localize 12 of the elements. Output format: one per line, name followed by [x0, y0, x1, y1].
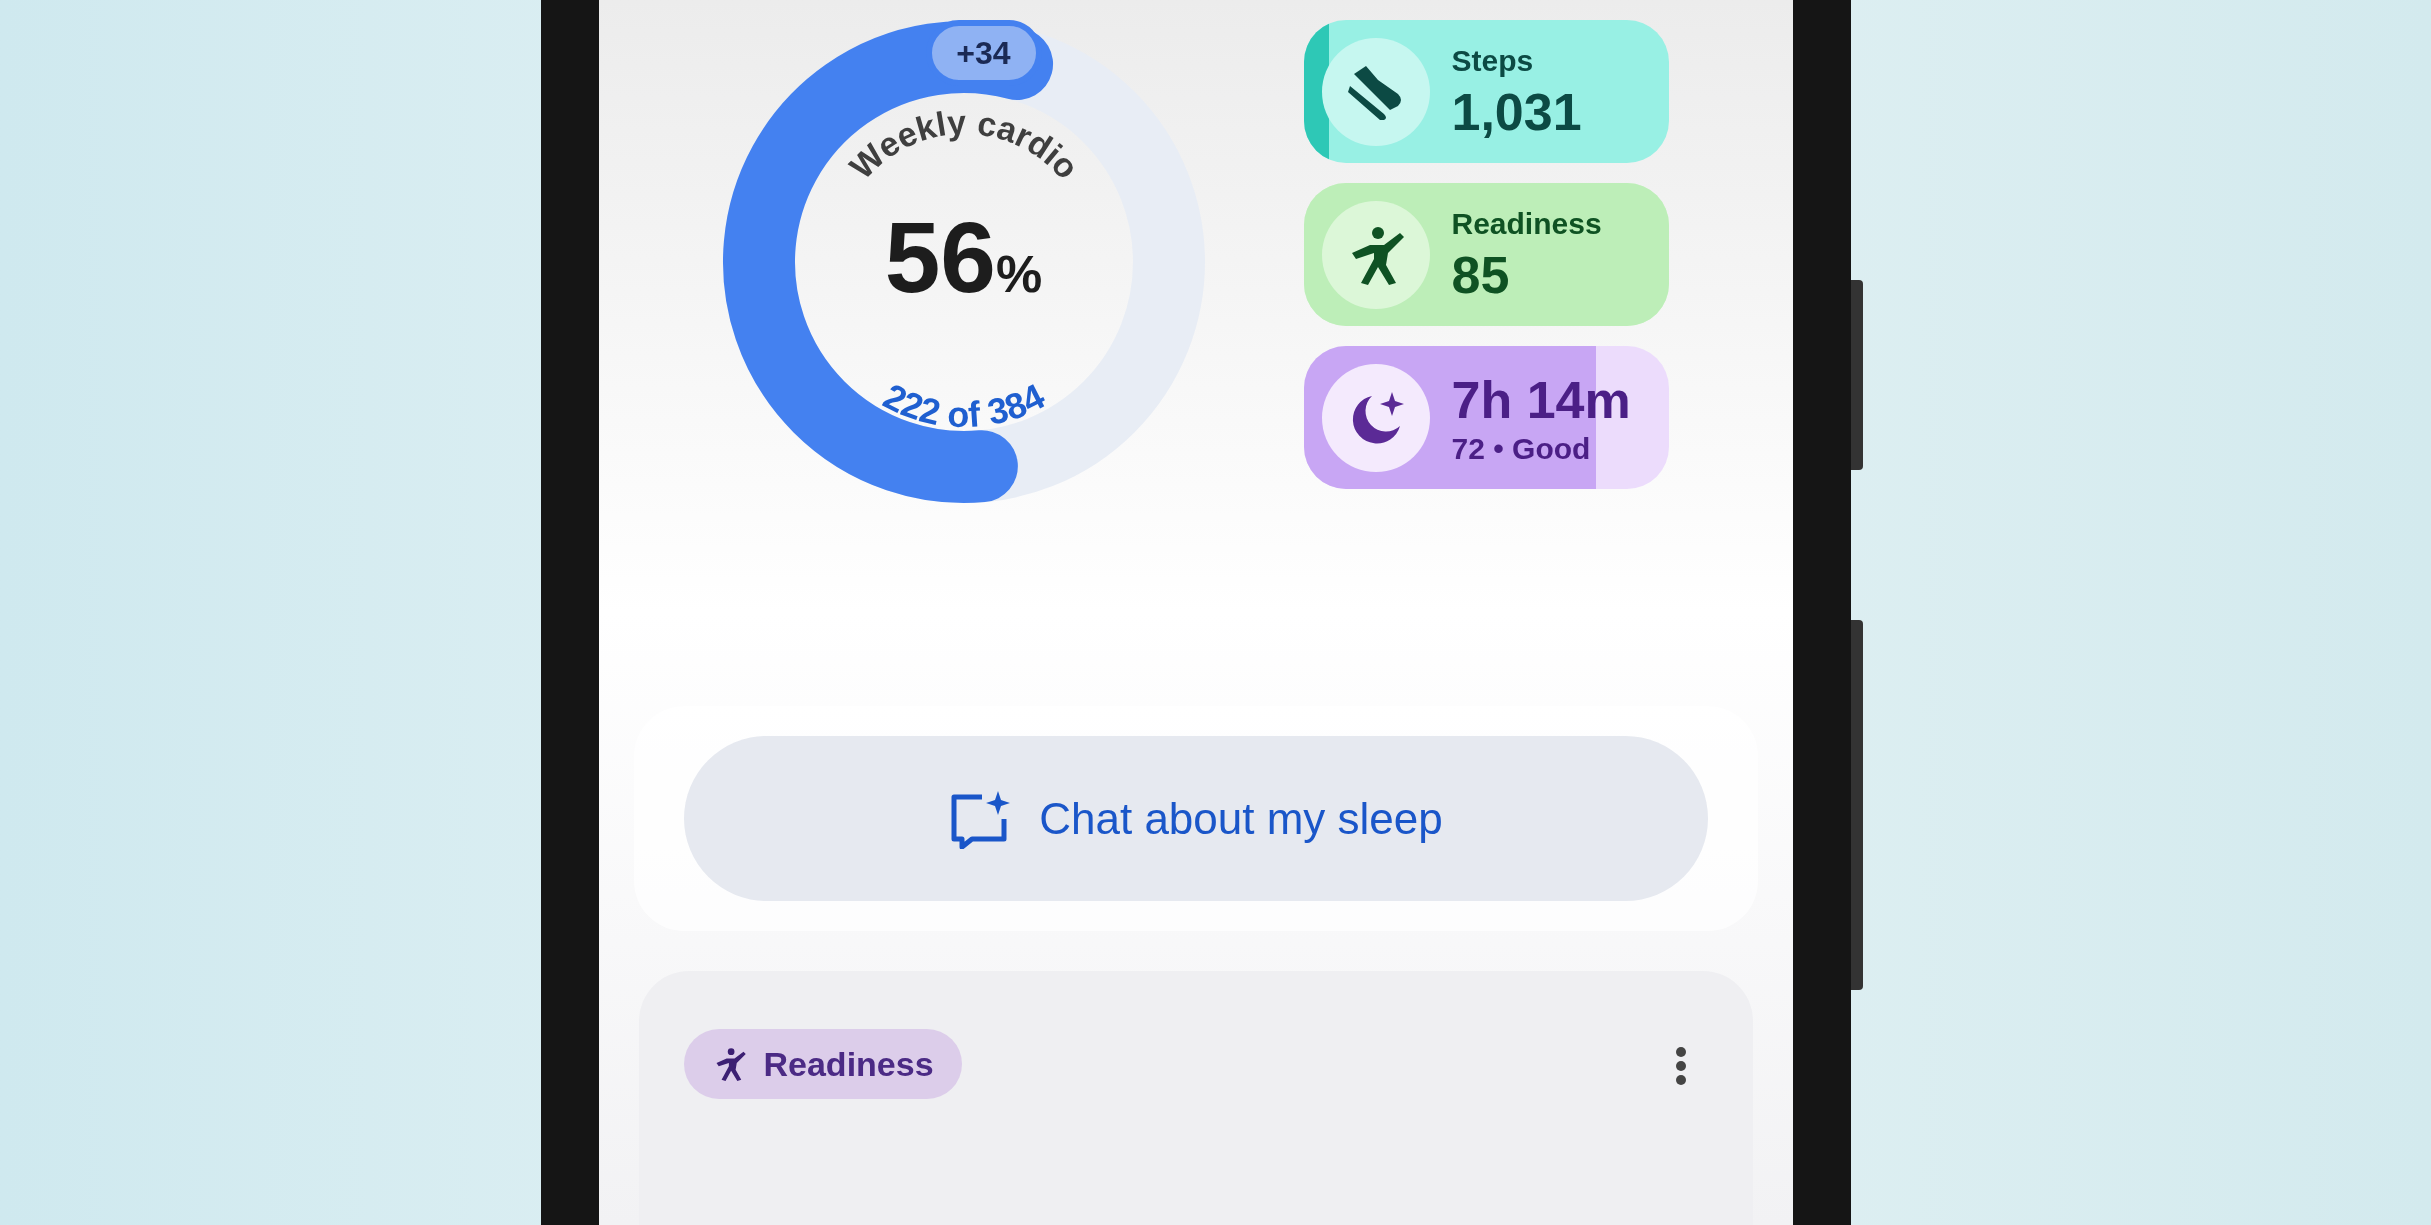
steps-card[interactable]: Steps 1,031 — [1303, 20, 1669, 163]
stat-value: 85 — [1451, 244, 1511, 306]
chat-button[interactable]: Chat about my sleep — [683, 736, 1708, 902]
stat-label: Readiness — [1451, 205, 1602, 242]
readiness-card[interactable]: Readiness 85 — [1303, 183, 1669, 326]
sleep-card[interactable]: 7h 14m 72 • Good — [1303, 346, 1669, 489]
stat-value: 7h 14m — [1451, 369, 1631, 431]
stat-value: 1,031 — [1451, 81, 1582, 143]
stat-label: Steps — [1451, 42, 1535, 79]
stat-detail: 72 • Good — [1451, 430, 1592, 467]
readiness-tag[interactable]: Readiness — [683, 1029, 962, 1100]
more-icon[interactable] — [1673, 1046, 1688, 1087]
